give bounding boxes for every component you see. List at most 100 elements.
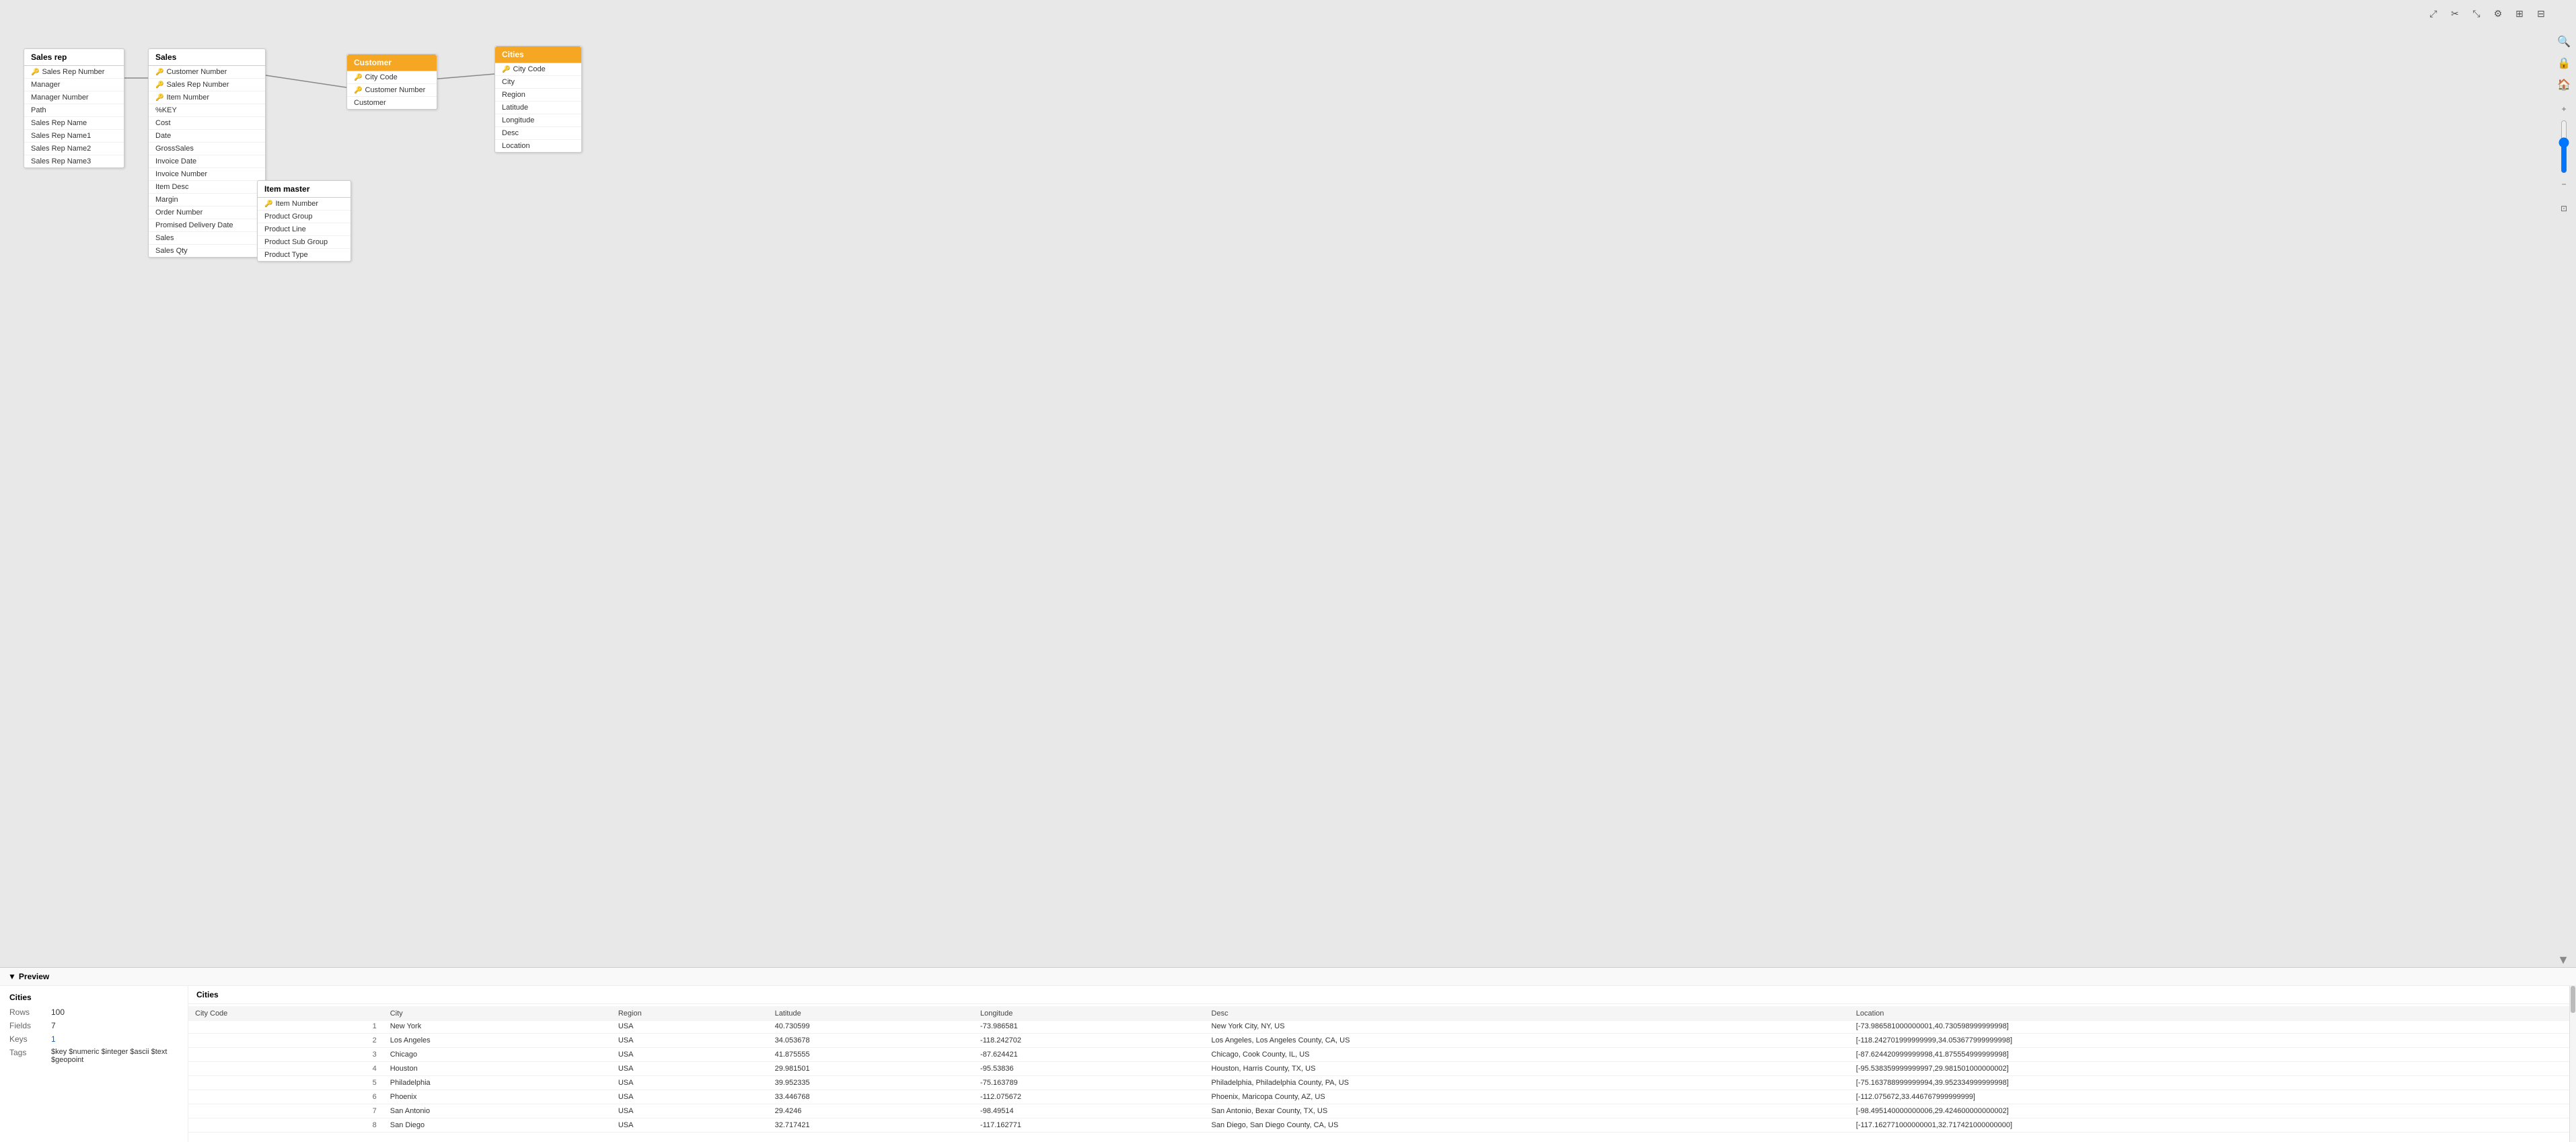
- cell-location: [-87.624420999999998,41.875554999999998]: [1849, 1048, 2569, 1062]
- field-sales-rep-number-s: 🔑 Sales Rep Number: [149, 79, 265, 91]
- field-manager-number: Manager Number: [24, 91, 124, 104]
- field-customer-number-c: 🔑 Customer Number: [347, 84, 437, 97]
- key-icon: 🔑: [502, 66, 510, 73]
- col-city: City: [383, 1006, 612, 1022]
- preview-tags-row: Tags $key $numeric $integer $ascii $text…: [9, 1048, 178, 1064]
- canvas-area[interactable]: ⤢ ✂ ⤡ ⚙ ⊞ ⊟ 🔍 🔒 🏠 + − ⊡ Sales rep 🔑 Sale: [0, 0, 2576, 967]
- sales-rep-table: Sales rep 🔑 Sales Rep Number Manager Man…: [24, 48, 124, 168]
- preview-rows-row: Rows 100: [9, 1007, 178, 1017]
- tags-value: $key $numeric $integer $ascii $text $geo…: [51, 1048, 178, 1064]
- cell-location: [-98.495140000000006,29.424600000000002]: [1849, 1104, 2569, 1118]
- cell-location: [-95.538359999999997,29.981501000000002]: [1849, 1062, 2569, 1076]
- cell-desc: New York City, NY, US: [1205, 1020, 1849, 1034]
- cell-city-code: 6: [188, 1090, 383, 1104]
- preview-meta-title: Cities: [9, 993, 178, 1002]
- field-item-number-im: 🔑 Item Number: [258, 198, 351, 211]
- connector-lines: [0, 0, 2576, 967]
- cell-city: Chicago: [383, 1048, 612, 1062]
- preview-panel: ▼ Preview Cities Rows 100 Fields 7 Keys …: [0, 967, 2576, 1142]
- field-item-number-s: 🔑 Item Number: [149, 91, 265, 104]
- table-row: 8 San Diego USA 32.717421 -117.162771 Sa…: [188, 1118, 2569, 1133]
- cell-longitude: -87.624421: [973, 1048, 1205, 1062]
- cell-city: Los Angeles: [383, 1034, 612, 1048]
- field-sales-rep-number: 🔑 Sales Rep Number: [24, 66, 124, 79]
- zoom-fit-icon[interactable]: ⊡: [2554, 199, 2573, 218]
- table-row: 1 New York USA 40.730599 -73.986581 New …: [188, 1020, 2569, 1034]
- cell-desc: San Antonio, Bexar County, TX, US: [1205, 1104, 1849, 1118]
- cell-location: [-75.163788999999994,39.952334999999998]: [1849, 1076, 2569, 1090]
- cell-desc: Chicago, Cook County, IL, US: [1205, 1048, 1849, 1062]
- col-region: Region: [612, 1006, 768, 1022]
- grid-icon[interactable]: ⊞: [2511, 5, 2528, 22]
- field-path: Path: [24, 104, 124, 117]
- preview-table-body: 1 New York USA 40.730599 -73.986581 New …: [188, 1020, 2569, 1133]
- field-item-desc: Item Desc: [149, 181, 265, 194]
- cell-region: USA: [612, 1020, 768, 1034]
- key-icon: 🔑: [354, 87, 362, 94]
- field-sales-rep-name2: Sales Rep Name2: [24, 143, 124, 155]
- cell-longitude: -118.242702: [973, 1034, 1205, 1048]
- layout-icon[interactable]: ⊟: [2533, 5, 2549, 22]
- key-icon: 🔑: [155, 94, 163, 102]
- field-cost: Cost: [149, 117, 265, 130]
- preview-scrollbar[interactable]: [2569, 986, 2576, 1142]
- col-location: Location: [1849, 1006, 2569, 1022]
- zoom-in-icon[interactable]: +: [2554, 100, 2573, 118]
- field-margin: Margin: [149, 194, 265, 206]
- table-row: 7 San Antonio USA 29.4246 -98.49514 San …: [188, 1104, 2569, 1118]
- cell-city: San Antonio: [383, 1104, 612, 1118]
- preview-chevron: ▼: [8, 972, 16, 981]
- zoom-slider[interactable]: [2557, 120, 2571, 174]
- cell-longitude: -95.53836: [973, 1062, 1205, 1076]
- cell-latitude: 29.4246: [768, 1104, 973, 1118]
- settings-icon[interactable]: ⚙: [2490, 5, 2506, 22]
- preview-scrollbar-thumb: [2571, 986, 2575, 1013]
- cut-icon[interactable]: ✂: [2447, 5, 2463, 22]
- cell-region: USA: [612, 1034, 768, 1048]
- cell-city: Phoenix: [383, 1090, 612, 1104]
- keys-value: 1: [51, 1034, 56, 1044]
- cell-desc: Phoenix, Maricopa County, AZ, US: [1205, 1090, 1849, 1104]
- tags-label: Tags: [9, 1048, 43, 1064]
- cell-desc: Los Angeles, Los Angeles County, CA, US: [1205, 1034, 1849, 1048]
- cell-desc: San Diego, San Diego County, CA, US: [1205, 1118, 1849, 1133]
- item-master-table: Item master 🔑 Item Number Product Group …: [257, 180, 351, 262]
- sales-table-header: Sales: [149, 49, 265, 66]
- search-icon[interactable]: 🔍: [2554, 32, 2573, 51]
- sales-rep-table-header: Sales rep: [24, 49, 124, 66]
- field-customer-c: Customer: [347, 97, 437, 109]
- field-product-line: Product Line: [258, 223, 351, 236]
- compress-icon[interactable]: ⤡: [2468, 5, 2485, 22]
- rows-value: 100: [51, 1007, 65, 1017]
- cell-region: USA: [612, 1090, 768, 1104]
- field-promised-delivery: Promised Delivery Date: [149, 219, 265, 232]
- fit-icon[interactable]: ⤢: [2425, 5, 2441, 22]
- collapse-arrow[interactable]: ▼: [2557, 953, 2569, 967]
- cell-longitude: -73.986581: [973, 1020, 1205, 1034]
- field-customer-number: 🔑 Customer Number: [149, 66, 265, 79]
- cell-desc: Houston, Harris County, TX, US: [1205, 1062, 1849, 1076]
- field-product-sub-group: Product Sub Group: [258, 236, 351, 249]
- preview-title: Preview: [19, 972, 49, 981]
- fields-value: 7: [51, 1021, 56, 1030]
- cell-city-code: 5: [188, 1076, 383, 1090]
- sales-table: Sales 🔑 Customer Number 🔑 Sales Rep Numb…: [148, 48, 266, 258]
- cell-latitude: 33.446768: [768, 1090, 973, 1104]
- cell-region: USA: [612, 1104, 768, 1118]
- cell-city: Houston: [383, 1062, 612, 1076]
- cell-location: [-118.242701999999999,34.053677999999998…: [1849, 1034, 2569, 1048]
- home-icon[interactable]: 🏠: [2554, 75, 2573, 94]
- key-icon: 🔑: [354, 74, 362, 81]
- zoom-out-icon[interactable]: −: [2554, 175, 2573, 194]
- field-date: Date: [149, 130, 265, 143]
- cell-latitude: 29.981501: [768, 1062, 973, 1076]
- col-latitude: Latitude: [768, 1006, 973, 1022]
- preview-header[interactable]: ▼ Preview: [0, 968, 2576, 986]
- cell-city: New York: [383, 1020, 612, 1034]
- cell-region: USA: [612, 1076, 768, 1090]
- preview-table-section[interactable]: Cities City Code City Region Latitude Lo…: [188, 986, 2569, 1142]
- cell-desc: Philadelphia, Philadelphia County, PA, U…: [1205, 1076, 1849, 1090]
- field-product-type: Product Type: [258, 249, 351, 261]
- field-desc: Desc: [495, 127, 581, 140]
- lock-icon[interactable]: 🔒: [2554, 54, 2573, 73]
